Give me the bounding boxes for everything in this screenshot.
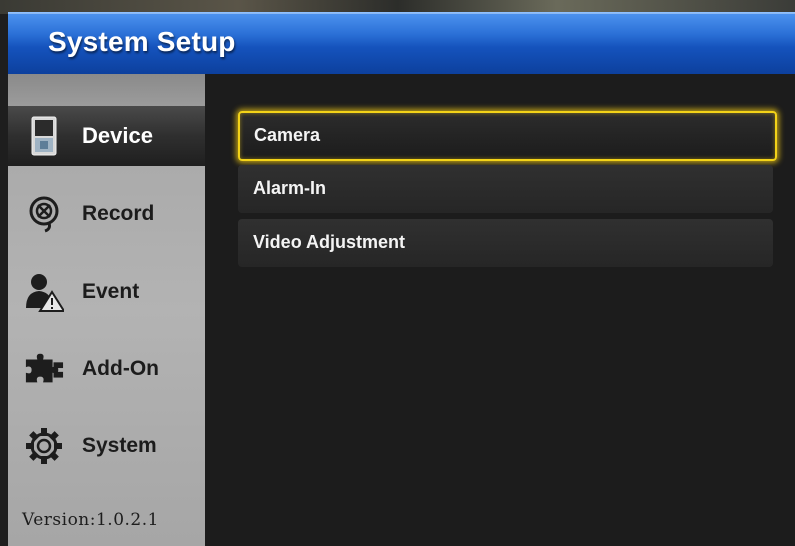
sidebar-item-label: Event (82, 280, 140, 303)
record-icon (24, 194, 64, 234)
sidebar-item-label: Device (82, 123, 153, 148)
sidebar-item-event[interactable]: Event (8, 262, 205, 322)
sidebar-item-label: Record (82, 202, 155, 225)
main-panel: Camera Alarm-In Video Adjustment (205, 74, 795, 546)
menu-item-label: Camera (254, 125, 321, 145)
sidebar: Device Record Event Add-On System (8, 74, 221, 546)
puzzle-icon (24, 349, 64, 389)
sidebar-item-system[interactable]: System (8, 416, 205, 476)
menu-item-label: Alarm-In (253, 178, 327, 198)
version-label: Version:1.0.2.1 (22, 510, 159, 530)
menu-item-label: Video Adjustment (253, 232, 406, 252)
device-icon (24, 116, 64, 156)
sidebar-item-label: Add-On (82, 357, 159, 380)
title-bar: System Setup (8, 12, 795, 75)
menu-item-video-adjustment[interactable]: Video Adjustment (238, 219, 773, 267)
menu-item-alarm-in[interactable]: Alarm-In (238, 165, 773, 213)
screen: System Setup Device Record Event Add-On … (0, 0, 795, 546)
page-title: System Setup (48, 26, 236, 57)
event-icon (24, 272, 64, 312)
sidebar-item-record[interactable]: Record (8, 184, 205, 244)
gear-icon (24, 426, 64, 466)
sidebar-item-device[interactable]: Device (8, 106, 221, 166)
sidebar-item-label: System (82, 434, 157, 457)
sidebar-item-add-on[interactable]: Add-On (8, 339, 205, 399)
menu-item-camera[interactable]: Camera (238, 111, 777, 161)
